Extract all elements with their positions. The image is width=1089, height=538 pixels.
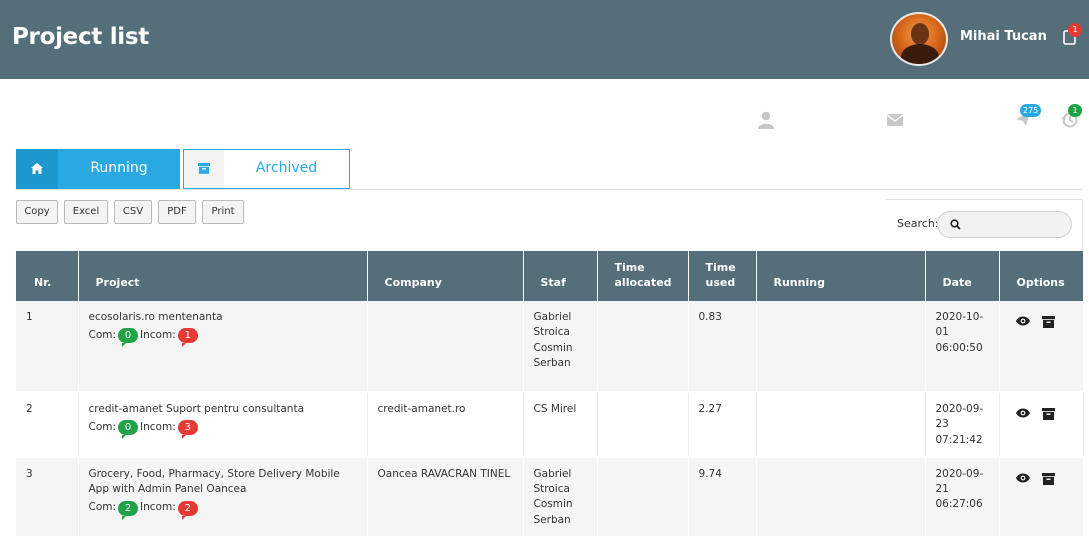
- col-header-time-used[interactable]: Time used: [688, 251, 757, 301]
- cell-running: [756, 392, 926, 458]
- cell-time-allocated: [597, 301, 689, 393]
- archive-icon[interactable]: [1041, 472, 1055, 485]
- incom-label: Incom:: [140, 501, 176, 514]
- avatar[interactable]: [890, 12, 948, 66]
- col-header-options: Options: [999, 251, 1084, 301]
- cell-company: credit-amanet.ro: [367, 392, 524, 458]
- cell-time-used: 2.27: [688, 392, 757, 458]
- col-header-running[interactable]: Running: [756, 251, 926, 301]
- excel-button[interactable]: Excel: [64, 200, 108, 224]
- cell-date: 2020-09-21 06:27:06: [925, 456, 1000, 538]
- comments-badge[interactable]: 2: [118, 500, 139, 520]
- cell-company: Oancea RAVACRAN TINEL: [367, 456, 524, 538]
- comments-badge[interactable]: 0: [118, 420, 139, 440]
- cell-running: [756, 456, 926, 538]
- search-input[interactable]: [937, 211, 1072, 238]
- csv-button[interactable]: CSV: [114, 200, 152, 224]
- incom-label: Incom:: [140, 329, 176, 342]
- project-name[interactable]: credit-amanet Suport pentru consultanta: [89, 402, 357, 417]
- cell-time-allocated: [597, 392, 689, 458]
- cell-project: credit-amanet Suport pentru consultanta …: [78, 392, 368, 458]
- notification-badge: 1: [1068, 23, 1082, 37]
- cell-project: ecosolaris.ro mentenanta Com: 0 Incom: 1: [78, 301, 368, 393]
- cell-time-allocated: [597, 456, 689, 538]
- col-header-nr[interactable]: Nr.: [16, 251, 79, 301]
- table-header-row: Nr. Project Company Staf Time allocated …: [16, 251, 1084, 301]
- cell-nr: 1: [16, 301, 79, 393]
- cell-time-used: 0.83: [688, 301, 757, 393]
- pdf-button[interactable]: PDF: [158, 200, 196, 224]
- tab-divider: [16, 189, 1083, 190]
- archive-icon[interactable]: [1041, 316, 1055, 328]
- print-button[interactable]: Print: [202, 200, 244, 224]
- cell-time-used: 9.74: [688, 456, 757, 538]
- col-header-staf[interactable]: Staf: [523, 251, 598, 301]
- table-row: 3 Grocery, Food, Pharmacy, Store Deliver…: [16, 456, 1084, 538]
- com-label: Com:: [88, 501, 117, 514]
- tab-archived[interactable]: Archived: [183, 149, 350, 189]
- search-panel-border: [885, 199, 1083, 200]
- col-header-time-allocated[interactable]: Time allocated: [597, 251, 689, 301]
- incoming-comments-badge[interactable]: 2: [177, 500, 198, 520]
- col-header-date[interactable]: Date: [925, 251, 1000, 301]
- search-icon: [950, 219, 961, 230]
- cell-staf: Gabriel Stroica Cosmin Serban: [523, 301, 598, 393]
- view-icon[interactable]: [1015, 408, 1030, 418]
- cell-options: [999, 392, 1084, 458]
- page-title: Project list: [12, 24, 149, 50]
- cell-staf: Gabriel Stroica Cosmin Serban: [523, 456, 598, 538]
- table-row: 1 ecosolaris.ro mentenanta Com: 0 Incom:…: [16, 301, 1084, 393]
- col-header-project[interactable]: Project: [78, 251, 368, 301]
- incoming-comments-badge[interactable]: 1: [177, 328, 198, 348]
- cell-staf: CS Mirel: [523, 392, 598, 458]
- search-label: Search:: [897, 217, 939, 230]
- incoming-comments-badge[interactable]: 3: [177, 420, 198, 440]
- cell-company: [367, 301, 524, 393]
- cell-nr: 2: [16, 392, 79, 458]
- home-icon: [31, 163, 43, 174]
- view-icon[interactable]: [1015, 473, 1030, 483]
- incom-label: Incom:: [140, 421, 176, 434]
- comments-badge[interactable]: 0: [118, 328, 139, 348]
- cell-date: 2020-09-23 07:21:42: [925, 392, 1000, 458]
- archive-icon[interactable]: [1041, 408, 1055, 420]
- cell-date: 2020-10-01 06:00:50: [925, 301, 1000, 393]
- tab-running[interactable]: Running: [16, 149, 180, 189]
- archive-icon: [198, 163, 210, 174]
- copy-button[interactable]: Copy: [16, 200, 58, 224]
- top-bar: Project list Mihai Tucan 1: [0, 0, 1089, 79]
- col-header-company[interactable]: Company: [367, 251, 524, 301]
- user-name[interactable]: Mihai Tucan: [960, 29, 1047, 44]
- cell-options: [999, 456, 1084, 538]
- tab-running-label: Running: [90, 160, 148, 176]
- projects-table: Nr. Project Company Staf Time allocated …: [16, 251, 1084, 538]
- com-label: Com:: [88, 329, 117, 342]
- user-icon[interactable]: [758, 111, 774, 129]
- tab-archived-label: Archived: [255, 160, 318, 176]
- cell-options: [999, 301, 1084, 393]
- project-name[interactable]: Grocery, Food, Pharmacy, Store Delivery …: [89, 467, 357, 498]
- cell-nr: 3: [16, 456, 79, 538]
- mail-icon[interactable]: [887, 114, 903, 126]
- project-name[interactable]: ecosolaris.ro mentenanta: [89, 310, 357, 325]
- com-label: Com:: [88, 421, 117, 434]
- messages-count-badge: 275: [1020, 104, 1042, 117]
- cell-running: [756, 301, 926, 393]
- history-count-badge: 1: [1068, 104, 1082, 117]
- view-icon[interactable]: [1015, 316, 1030, 326]
- cell-project: Grocery, Food, Pharmacy, Store Delivery …: [78, 456, 368, 538]
- table-row: 2 credit-amanet Suport pentru consultant…: [16, 392, 1084, 458]
